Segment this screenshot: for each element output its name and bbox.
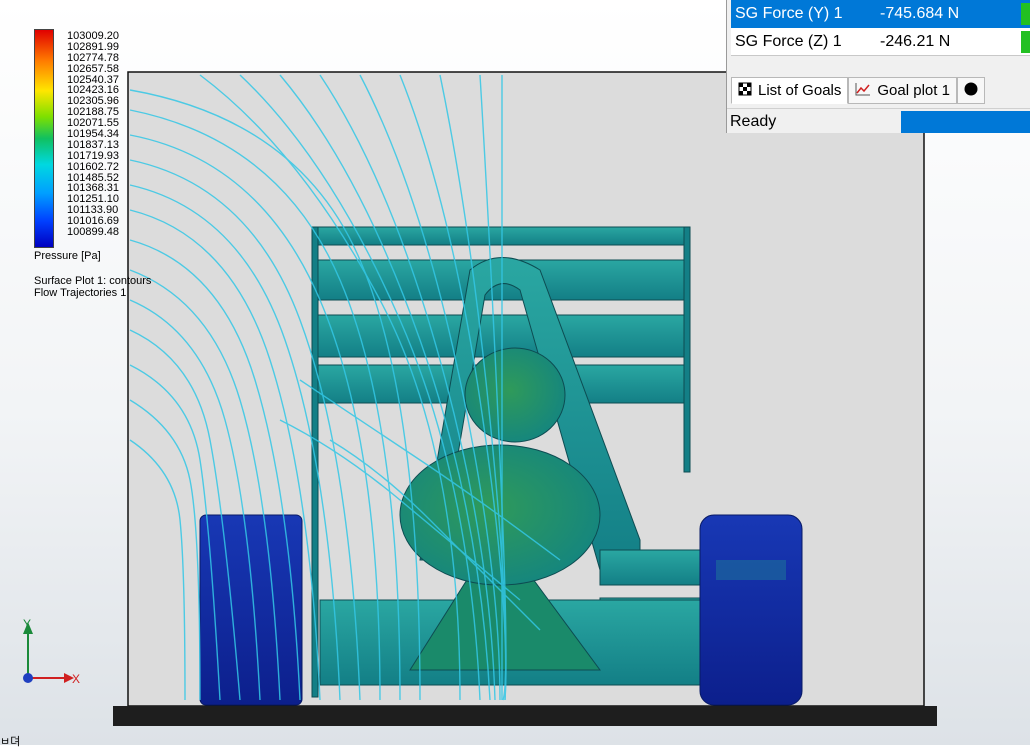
tab-goal-plot-1[interactable]: Goal plot 1: [848, 77, 957, 104]
pressure-colorbar: [34, 29, 54, 248]
goal-value: -246.21 N: [880, 32, 951, 50]
x-axis-label: X: [72, 672, 80, 686]
corner-text: ㅂ뎌: [0, 736, 21, 748]
front-wheel: [699, 514, 803, 706]
checkered-flag-icon: [738, 82, 752, 100]
status-text: Ready: [730, 113, 777, 130]
legend-ticks: 103009.20 102891.99 102774.78 102657.58 …: [67, 31, 119, 238]
axis-triad[interactable]: Y X: [12, 612, 92, 702]
goal-status-flag: [1021, 30, 1030, 53]
legend-tick: 100899.48: [67, 226, 119, 239]
goal-name: SG Force (Y) 1: [735, 5, 843, 22]
plot-name: Flow Trajectories 1: [34, 287, 127, 299]
y-axis-label: Y: [23, 617, 31, 631]
goal-value: -745.684 N: [880, 5, 960, 22]
tab-label: List of Goals: [758, 82, 842, 99]
plot-name: Surface Plot 1: contours: [34, 275, 152, 287]
goals-tabs: List of Goals Goal plot 1: [731, 77, 1030, 104]
tab-label: Goal plot 1: [877, 82, 950, 99]
goals-panel: SG Force (Y) 1 -745.684 N SG Force (Z) 1…: [726, 0, 1030, 133]
triad-graphic: Y X: [23, 617, 80, 686]
tab-info[interactable]: [956, 77, 985, 104]
legend-title: Pressure [Pa]: [34, 250, 101, 262]
plot-list: Surface Plot 1: contours Flow Trajectori…: [34, 275, 151, 299]
goal-name: SG Force (Z) 1: [735, 32, 842, 50]
ground-plate: [113, 706, 937, 726]
line-chart-icon: [855, 82, 871, 100]
status-bar: Ready: [727, 108, 1030, 133]
goal-status-flag: [1021, 3, 1030, 25]
progress-bar: [901, 111, 1030, 133]
legend-tick: 102657.58: [67, 62, 119, 75]
legend-tick: 101602.72: [67, 160, 119, 173]
info-icon: [964, 82, 978, 100]
goal-row[interactable]: SG Force (Z) 1 -246.21 N: [731, 28, 1030, 56]
pressure-legend: 103009.20 102891.99 102774.78 102657.58 …: [34, 29, 194, 309]
tab-list-of-goals[interactable]: List of Goals: [731, 77, 849, 104]
goal-row-selected[interactable]: SG Force (Y) 1 -745.684 N: [731, 0, 1030, 28]
